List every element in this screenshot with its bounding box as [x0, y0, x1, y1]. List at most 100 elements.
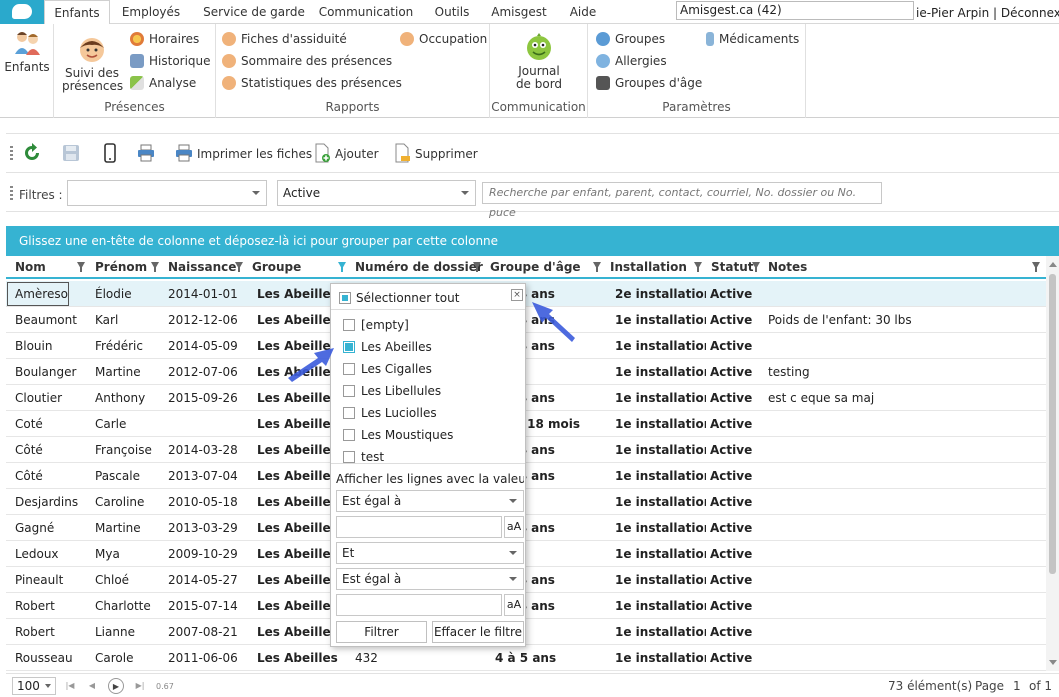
filter-funnel-icon[interactable] [694, 262, 702, 272]
cell-installation[interactable]: 1e installation [610, 541, 706, 567]
cell-naissance[interactable]: 2013-07-04 [163, 463, 247, 489]
cell-prenom[interactable]: Lianne [90, 619, 163, 645]
cell-installation[interactable]: 1e installation [610, 645, 706, 671]
cell-nom[interactable]: Desjardins [10, 489, 90, 515]
cell-prenom[interactable]: Chloé [90, 567, 163, 593]
column-header-installation[interactable]: Installation [605, 256, 706, 279]
statistiques-presences-button[interactable]: Statistiques des présences [222, 74, 402, 92]
journal-de-bord-button[interactable]: Journal de bord [504, 32, 574, 91]
cell-installation[interactable]: 1e installation [610, 359, 706, 385]
cell-prenom[interactable]: Carle [90, 411, 163, 437]
cell-installation[interactable]: 1e installation [610, 567, 706, 593]
cell-statut[interactable]: Active [705, 619, 763, 645]
cell-statut[interactable]: Active [705, 463, 763, 489]
filter-funnel-icon[interactable] [473, 262, 481, 272]
cell-notes[interactable] [763, 593, 1043, 619]
cell-nom[interactable]: Côté [10, 437, 90, 463]
select-all-checkbox[interactable] [339, 292, 351, 304]
mobile-button[interactable] [100, 142, 123, 166]
cell-naissance[interactable]: 2009-10-29 [163, 541, 247, 567]
cell-prenom[interactable]: Pascale [90, 463, 163, 489]
status-select[interactable]: Active [277, 180, 476, 206]
cell-notes[interactable] [763, 333, 1043, 359]
filterbar-grip[interactable] [10, 186, 13, 202]
scroll-up-icon[interactable] [1049, 262, 1057, 267]
cell-nom[interactable]: Robert [10, 619, 90, 645]
suivi-presences-button[interactable]: Suivi des présences [62, 34, 123, 93]
filter-option-checkbox[interactable] [343, 363, 355, 375]
table-row[interactable]: CôtéFrançoise2014-03-28Les Abeilless à 4… [6, 437, 1046, 463]
amisgest-site-box[interactable]: Amisgest.ca (42) [676, 1, 914, 20]
match-case-toggle-1[interactable]: aA [504, 516, 524, 538]
analyse-button[interactable]: Analyse [130, 74, 196, 92]
cell-naissance[interactable]: 2010-05-18 [163, 489, 247, 515]
add-button[interactable]: Ajouter [312, 142, 379, 166]
saved-filter-select[interactable] [67, 180, 267, 206]
sommaire-presences-button[interactable]: Sommaire des présences [222, 52, 392, 70]
logic-operator-select[interactable]: Et [336, 542, 524, 564]
cell-groupe[interactable]: Les Abeilles [252, 645, 350, 671]
table-row[interactable]: Rousseau Carole 2011-06-06 Les Abeilles 432 4… [6, 645, 1046, 671]
cell-statut[interactable]: Active [705, 359, 763, 385]
cell-naissance[interactable] [163, 411, 247, 437]
select-all-row[interactable]: Sélectionner tout × [331, 284, 525, 310]
filter-option[interactable]: Les Moustiques [331, 424, 525, 446]
tab-amisgest[interactable]: Amisgest [486, 0, 552, 24]
cell-naissance[interactable]: 2013-03-29 [163, 515, 247, 541]
save-button[interactable] [61, 142, 84, 166]
page-number-input[interactable]: 1 [1013, 679, 1021, 693]
cell-age[interactable]: 4 à 5 ans [490, 645, 605, 671]
cell-prenom[interactable]: Anthony [90, 385, 163, 411]
cell-nom[interactable]: Robert [10, 593, 90, 619]
first-page-icon[interactable]: |◀ [62, 678, 78, 694]
table-row[interactable]: Coté Carle Les Abeilles ns à 18 mois 1e inst… [6, 411, 1046, 437]
filter-option-checkbox[interactable] [343, 319, 355, 331]
cell-notes[interactable]: Poids de l'enfant: 30 lbs [763, 307, 1043, 333]
filter-option-checkbox[interactable] [343, 429, 355, 441]
next-page-icon[interactable]: ▶ [108, 678, 124, 694]
cell-statut[interactable]: Active [705, 593, 763, 619]
filter-funnel-icon[interactable] [593, 262, 601, 272]
cell-nom[interactable]: Pineault [10, 567, 90, 593]
cell-prenom[interactable]: Martine [90, 359, 163, 385]
tab-service-de-garde[interactable]: Service de garde [194, 0, 314, 24]
cell-notes[interactable] [763, 463, 1043, 489]
condition-1-input[interactable] [336, 516, 502, 538]
cell-installation[interactable]: 1e installation [610, 463, 706, 489]
cell-installation[interactable]: 1e installation [610, 411, 706, 437]
cell-statut[interactable]: Active [705, 411, 763, 437]
table-row[interactable]: LedouxMya2009-10-29Les Abeillesns1e inst… [6, 541, 1046, 567]
cell-prenom[interactable]: Caroline [90, 489, 163, 515]
filter-funnel-icon[interactable] [151, 262, 159, 272]
tab-outils[interactable]: Outils [426, 0, 478, 24]
filter-option-checkbox[interactable] [343, 385, 355, 397]
cell-nom[interactable]: Cloutier [10, 385, 90, 411]
cell-nom[interactable]: Amèreso [10, 281, 90, 307]
filter-funnel-icon[interactable] [752, 262, 760, 272]
cell-naissance[interactable]: 2015-09-26 [163, 385, 247, 411]
cell-notes[interactable] [763, 489, 1043, 515]
cell-statut[interactable]: Active [705, 515, 763, 541]
cell-statut[interactable]: Active [705, 489, 763, 515]
cell-installation[interactable]: 1e installation [610, 619, 706, 645]
cell-nom[interactable]: Blouin [10, 333, 90, 359]
active-filter-funnel-icon[interactable] [338, 262, 346, 272]
filter-option[interactable]: Les Libellules [331, 380, 525, 402]
table-row[interactable]: CloutierAnthony2015-09-26Les Abeilless à… [6, 385, 1046, 411]
condition-2-select[interactable]: Est égal à [336, 568, 524, 590]
cell-prenom[interactable]: Frédéric [90, 333, 163, 359]
refresh-button[interactable] [22, 142, 45, 166]
cell-naissance[interactable]: 2012-12-06 [163, 307, 247, 333]
filter-option[interactable]: test [331, 446, 525, 468]
column-header-groupe-age[interactable]: Groupe d'âge [485, 256, 605, 279]
last-page-icon[interactable]: ▶| [132, 678, 148, 694]
cell-naissance[interactable]: 2007-08-21 [163, 619, 247, 645]
occupation-button[interactable]: Occupation [400, 30, 487, 48]
cell-nom[interactable]: Côté [10, 463, 90, 489]
cell-installation[interactable]: 1e installation [610, 437, 706, 463]
cell-installation[interactable]: 1e installation [610, 307, 706, 333]
cell-notes[interactable] [763, 411, 1043, 437]
cell-naissance[interactable]: 2014-05-27 [163, 567, 247, 593]
cell-naissance[interactable]: 2015-07-14 [163, 593, 247, 619]
allergies-button[interactable]: Allergies [596, 52, 667, 70]
